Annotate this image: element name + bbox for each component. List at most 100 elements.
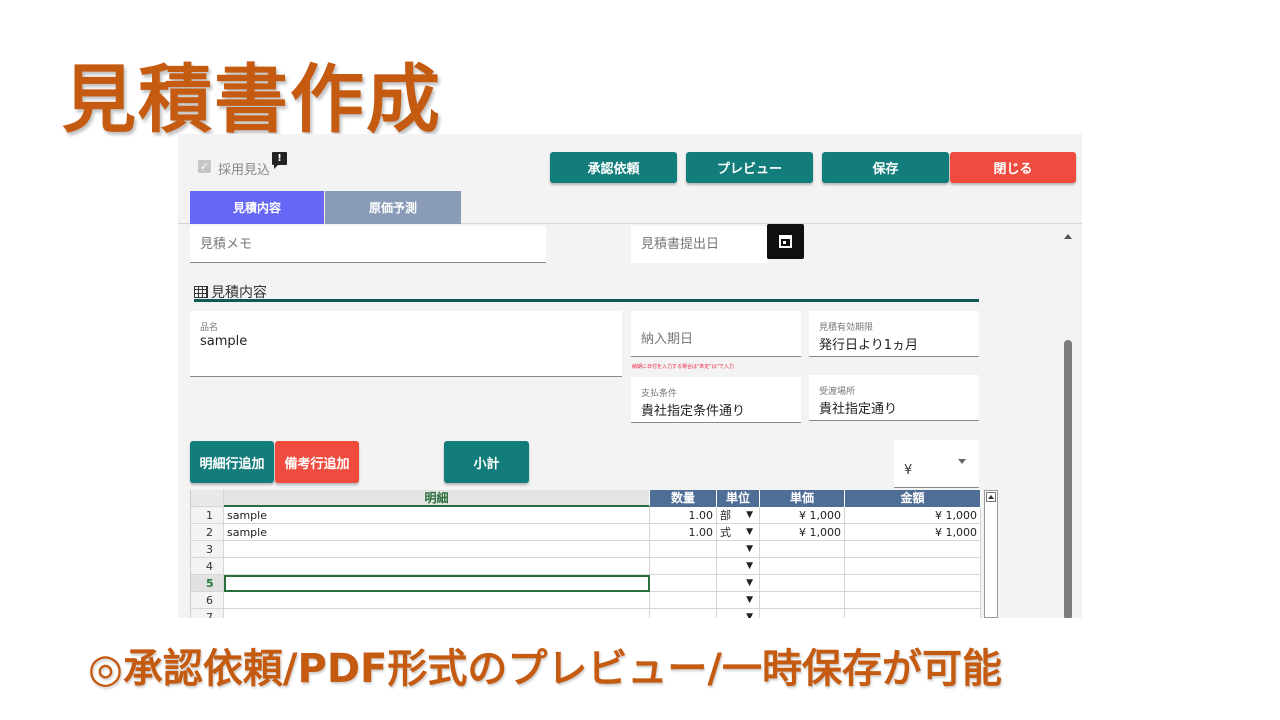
page-scrollbar[interactable]: [1061, 226, 1075, 618]
cell-qty[interactable]: [650, 575, 717, 592]
cell-amount[interactable]: ¥ 1,000: [845, 507, 981, 524]
cell-price[interactable]: [760, 592, 845, 609]
preview-button[interactable]: プレビュー: [686, 152, 813, 183]
cell-unit[interactable]: ▼: [717, 575, 760, 592]
item-name-field[interactable]: 品名 sample: [190, 311, 622, 377]
column-header-price[interactable]: 単価: [760, 490, 845, 507]
cell-qty[interactable]: 1.00: [650, 524, 717, 541]
unit-dropdown-icon[interactable]: ▼: [746, 541, 753, 557]
delivery-date-field[interactable]: 納入期日: [631, 311, 801, 357]
cell-detail-text: sample: [227, 509, 267, 522]
grid-corner[interactable]: [191, 490, 224, 507]
delivery-place-value: 貴社指定通り: [819, 402, 898, 417]
cell-price[interactable]: [760, 609, 845, 618]
add-detail-row-button[interactable]: 明細行追加: [190, 441, 274, 483]
unit-dropdown-icon[interactable]: ▼: [746, 558, 753, 574]
subtotal-button[interactable]: 小計: [444, 441, 529, 483]
cell-amount[interactable]: [845, 592, 981, 609]
column-header-unit[interactable]: 単位: [717, 490, 760, 507]
cell-unit[interactable]: 部 ▼: [717, 507, 760, 524]
payment-terms-value: 貴社指定条件通り: [641, 404, 746, 419]
adoption-checkbox-label: 採用見込: [218, 163, 271, 178]
submit-date-field[interactable]: 見積書提出日: [631, 226, 767, 263]
cell-amount[interactable]: [845, 575, 981, 592]
cell-price[interactable]: [760, 575, 845, 592]
payment-terms-field[interactable]: 支払条件 貴社指定条件通り: [631, 377, 801, 423]
row-number[interactable]: 2: [191, 524, 224, 541]
cell-detail[interactable]: [224, 541, 650, 558]
row-number[interactable]: 3: [191, 541, 224, 558]
cell-price[interactable]: [760, 541, 845, 558]
table-row[interactable]: 2 sample 1.00 式 ▼ ¥ 1,000 ¥ 1,000: [191, 524, 981, 541]
table-row[interactable]: 6 ▼: [191, 592, 981, 609]
cell-amount[interactable]: ¥ 1,000: [845, 524, 981, 541]
cell-qty[interactable]: [650, 592, 717, 609]
scrollbar-thumb[interactable]: [1064, 340, 1072, 618]
cell-unit[interactable]: ▼: [717, 592, 760, 609]
table-row[interactable]: 1 sample 1.00 部 ▼ ¥ 1,000 ¥ 1,000: [191, 507, 981, 524]
cell-detail[interactable]: [224, 609, 650, 618]
cell-qty[interactable]: [650, 541, 717, 558]
cell-qty-text: 1.00: [688, 526, 714, 539]
tab-cost-forecast[interactable]: 原価予測: [325, 191, 461, 224]
submit-date-placeholder: 見積書提出日: [641, 237, 720, 252]
cell-detail[interactable]: sample: [224, 524, 650, 541]
row-number[interactable]: 4: [191, 558, 224, 575]
add-note-row-button[interactable]: 備考行追加: [275, 441, 359, 483]
unit-dropdown-icon[interactable]: ▼: [746, 592, 753, 608]
unit-dropdown-icon[interactable]: ▼: [746, 609, 753, 618]
scroll-up-arrow-icon[interactable]: [1064, 234, 1072, 239]
scroll-up-icon[interactable]: [986, 492, 996, 502]
column-header-amount[interactable]: 金額: [845, 490, 981, 507]
toolbar: ✓ 採用見込 ! 承認依頼 プレビュー 保存 閉じる 見積内容 原価予測: [178, 134, 1082, 224]
memo-field[interactable]: 見積メモ: [190, 226, 546, 263]
currency-select[interactable]: ¥: [894, 440, 979, 488]
column-header-qty[interactable]: 数量: [650, 490, 717, 507]
cell-detail[interactable]: sample: [224, 507, 650, 524]
delivery-place-field[interactable]: 受渡場所 貴社指定通り: [809, 375, 979, 421]
cell-unit[interactable]: ▼: [717, 558, 760, 575]
cell-amount[interactable]: [845, 558, 981, 575]
unit-dropdown-icon[interactable]: ▼: [746, 524, 753, 540]
cell-unit[interactable]: 式 ▼: [717, 524, 760, 541]
row-number[interactable]: 1: [191, 507, 224, 524]
delivery-date-placeholder: 納入期日: [641, 332, 694, 347]
cell-qty[interactable]: [650, 609, 717, 618]
cell-amount[interactable]: [845, 609, 981, 618]
save-button[interactable]: 保存: [822, 152, 949, 183]
row-number[interactable]: 6: [191, 592, 224, 609]
cell-amount[interactable]: [845, 541, 981, 558]
tab-estimate-content[interactable]: 見積内容: [190, 191, 324, 224]
unit-dropdown-icon[interactable]: ▼: [746, 507, 753, 523]
cell-detail[interactable]: [224, 575, 650, 592]
detail-grid[interactable]: 明細 数量 単位 単価 金額 1 sample 1.00 部 ▼ ¥ 1,000 ¥ 1,0…: [190, 490, 981, 618]
cell-qty[interactable]: 1.00: [650, 507, 717, 524]
cell-qty[interactable]: [650, 558, 717, 575]
adoption-checkbox[interactable]: ✓: [198, 160, 211, 173]
table-row[interactable]: 3 ▼: [191, 541, 981, 558]
cell-price[interactable]: ¥ 1,000: [760, 507, 845, 524]
table-row[interactable]: 5 ▼: [191, 575, 981, 592]
request-approval-button[interactable]: 承認依頼: [550, 152, 677, 183]
unit-dropdown-icon[interactable]: ▼: [746, 575, 753, 591]
cell-detail[interactable]: [224, 592, 650, 609]
cell-price[interactable]: [760, 558, 845, 575]
cell-unit[interactable]: ▼: [717, 541, 760, 558]
cell-unit[interactable]: ▼: [717, 609, 760, 618]
grid-header-row: 明細 数量 単位 単価 金額: [191, 490, 981, 507]
column-header-detail[interactable]: 明細: [224, 490, 650, 507]
row-number-text: 4: [206, 560, 213, 573]
row-number-text: 7: [206, 611, 213, 618]
calendar-icon[interactable]: [767, 224, 804, 259]
row-number[interactable]: 5: [191, 575, 224, 592]
cell-detail[interactable]: [224, 558, 650, 575]
cell-price-text: ¥ 1,000: [799, 509, 841, 522]
validity-field[interactable]: 見積有効期限 発行日より1ヵ月: [809, 311, 979, 357]
cell-price[interactable]: ¥ 1,000: [760, 524, 845, 541]
table-row[interactable]: 7 ▼: [191, 609, 981, 618]
grid-scrollbar[interactable]: [984, 490, 998, 618]
table-row[interactable]: 4 ▼: [191, 558, 981, 575]
comment-alert-icon[interactable]: !: [272, 152, 287, 169]
row-number[interactable]: 7: [191, 609, 224, 618]
close-button[interactable]: 閉じる: [950, 152, 1076, 183]
